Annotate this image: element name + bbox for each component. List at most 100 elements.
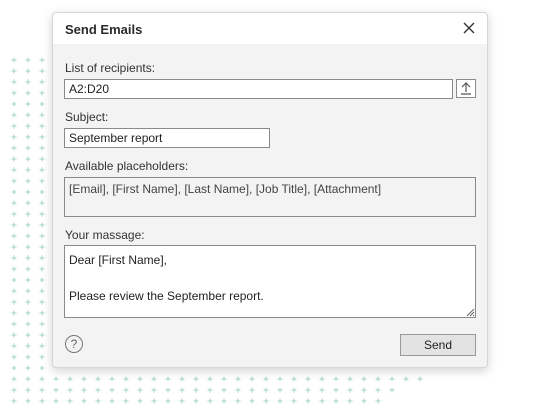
plus-mark [319,376,325,382]
plus-mark [235,387,241,393]
plus-mark [39,321,45,327]
plus-mark [291,398,297,404]
plus-mark [39,244,45,250]
plus-mark [11,90,17,96]
plus-mark [403,376,409,382]
plus-mark [39,266,45,272]
close-icon[interactable] [461,20,477,36]
plus-mark [361,376,367,382]
plus-mark [319,398,325,404]
upload-icon [461,82,471,95]
plus-mark [11,79,17,85]
plus-mark [375,376,381,382]
plus-mark [39,398,45,404]
plus-mark [305,398,311,404]
plus-mark [263,387,269,393]
plus-mark [25,90,31,96]
plus-mark [151,376,157,382]
resize-grip-icon[interactable] [466,308,475,317]
plus-mark [11,310,17,316]
select-range-button[interactable] [456,79,476,98]
plus-mark [25,288,31,294]
plus-mark [11,233,17,239]
plus-mark [39,233,45,239]
plus-mark [123,387,129,393]
plus-mark [95,387,101,393]
plus-mark [347,387,353,393]
plus-mark [39,156,45,162]
plus-mark [39,288,45,294]
plus-mark [11,255,17,261]
recipients-label: List of recipients: [65,61,156,75]
plus-mark [25,365,31,371]
plus-mark [319,387,325,393]
plus-mark [11,112,17,118]
subject-input[interactable] [64,128,270,148]
plus-mark [25,101,31,107]
plus-mark [333,376,339,382]
plus-mark [39,365,45,371]
plus-mark [25,332,31,338]
plus-mark [11,178,17,184]
plus-mark [11,266,17,272]
plus-mark [39,387,45,393]
plus-mark [25,211,31,217]
plus-mark [333,387,339,393]
plus-mark [347,376,353,382]
plus-mark [39,134,45,140]
plus-mark [39,277,45,283]
plus-mark [25,310,31,316]
plus-mark [25,354,31,360]
plus-mark [25,145,31,151]
plus-mark [11,365,17,371]
plus-mark [11,387,17,393]
plus-mark [25,222,31,228]
plus-mark [25,299,31,305]
plus-mark [25,200,31,206]
help-icon[interactable]: ? [65,335,83,353]
recipients-range-input[interactable] [64,79,453,99]
plus-mark [389,387,395,393]
plus-mark [25,112,31,118]
plus-mark [207,376,213,382]
plus-mark [11,68,17,74]
plus-mark [25,79,31,85]
plus-mark [25,68,31,74]
plus-mark [333,398,339,404]
plus-mark [53,376,59,382]
plus-mark [81,398,87,404]
plus-mark [375,398,381,404]
plus-mark [249,376,255,382]
plus-mark [53,387,59,393]
plus-mark [39,255,45,261]
message-label: Your massage: [65,228,145,242]
plus-mark [25,189,31,195]
plus-mark [25,343,31,349]
plus-mark [25,244,31,250]
message-textarea[interactable]: Dear [First Name], Please review the Sep… [64,245,476,318]
plus-mark [11,321,17,327]
plus-mark [39,167,45,173]
plus-mark [263,398,269,404]
plus-mark [235,398,241,404]
plus-mark [67,398,73,404]
plus-mark [221,387,227,393]
plus-mark [39,343,45,349]
plus-mark [81,376,87,382]
plus-mark [39,200,45,206]
plus-mark [11,145,17,151]
send-button[interactable]: Send [400,334,476,356]
dialog-title: Send Emails [65,22,143,37]
plus-mark [39,376,45,382]
plus-mark [25,156,31,162]
plus-mark [25,398,31,404]
plus-mark [11,299,17,305]
plus-mark [11,57,17,63]
plus-mark [137,398,143,404]
plus-mark [39,354,45,360]
plus-mark [39,145,45,151]
plus-mark [11,244,17,250]
plus-mark [193,398,199,404]
plus-mark [417,376,423,382]
plus-mark [109,387,115,393]
